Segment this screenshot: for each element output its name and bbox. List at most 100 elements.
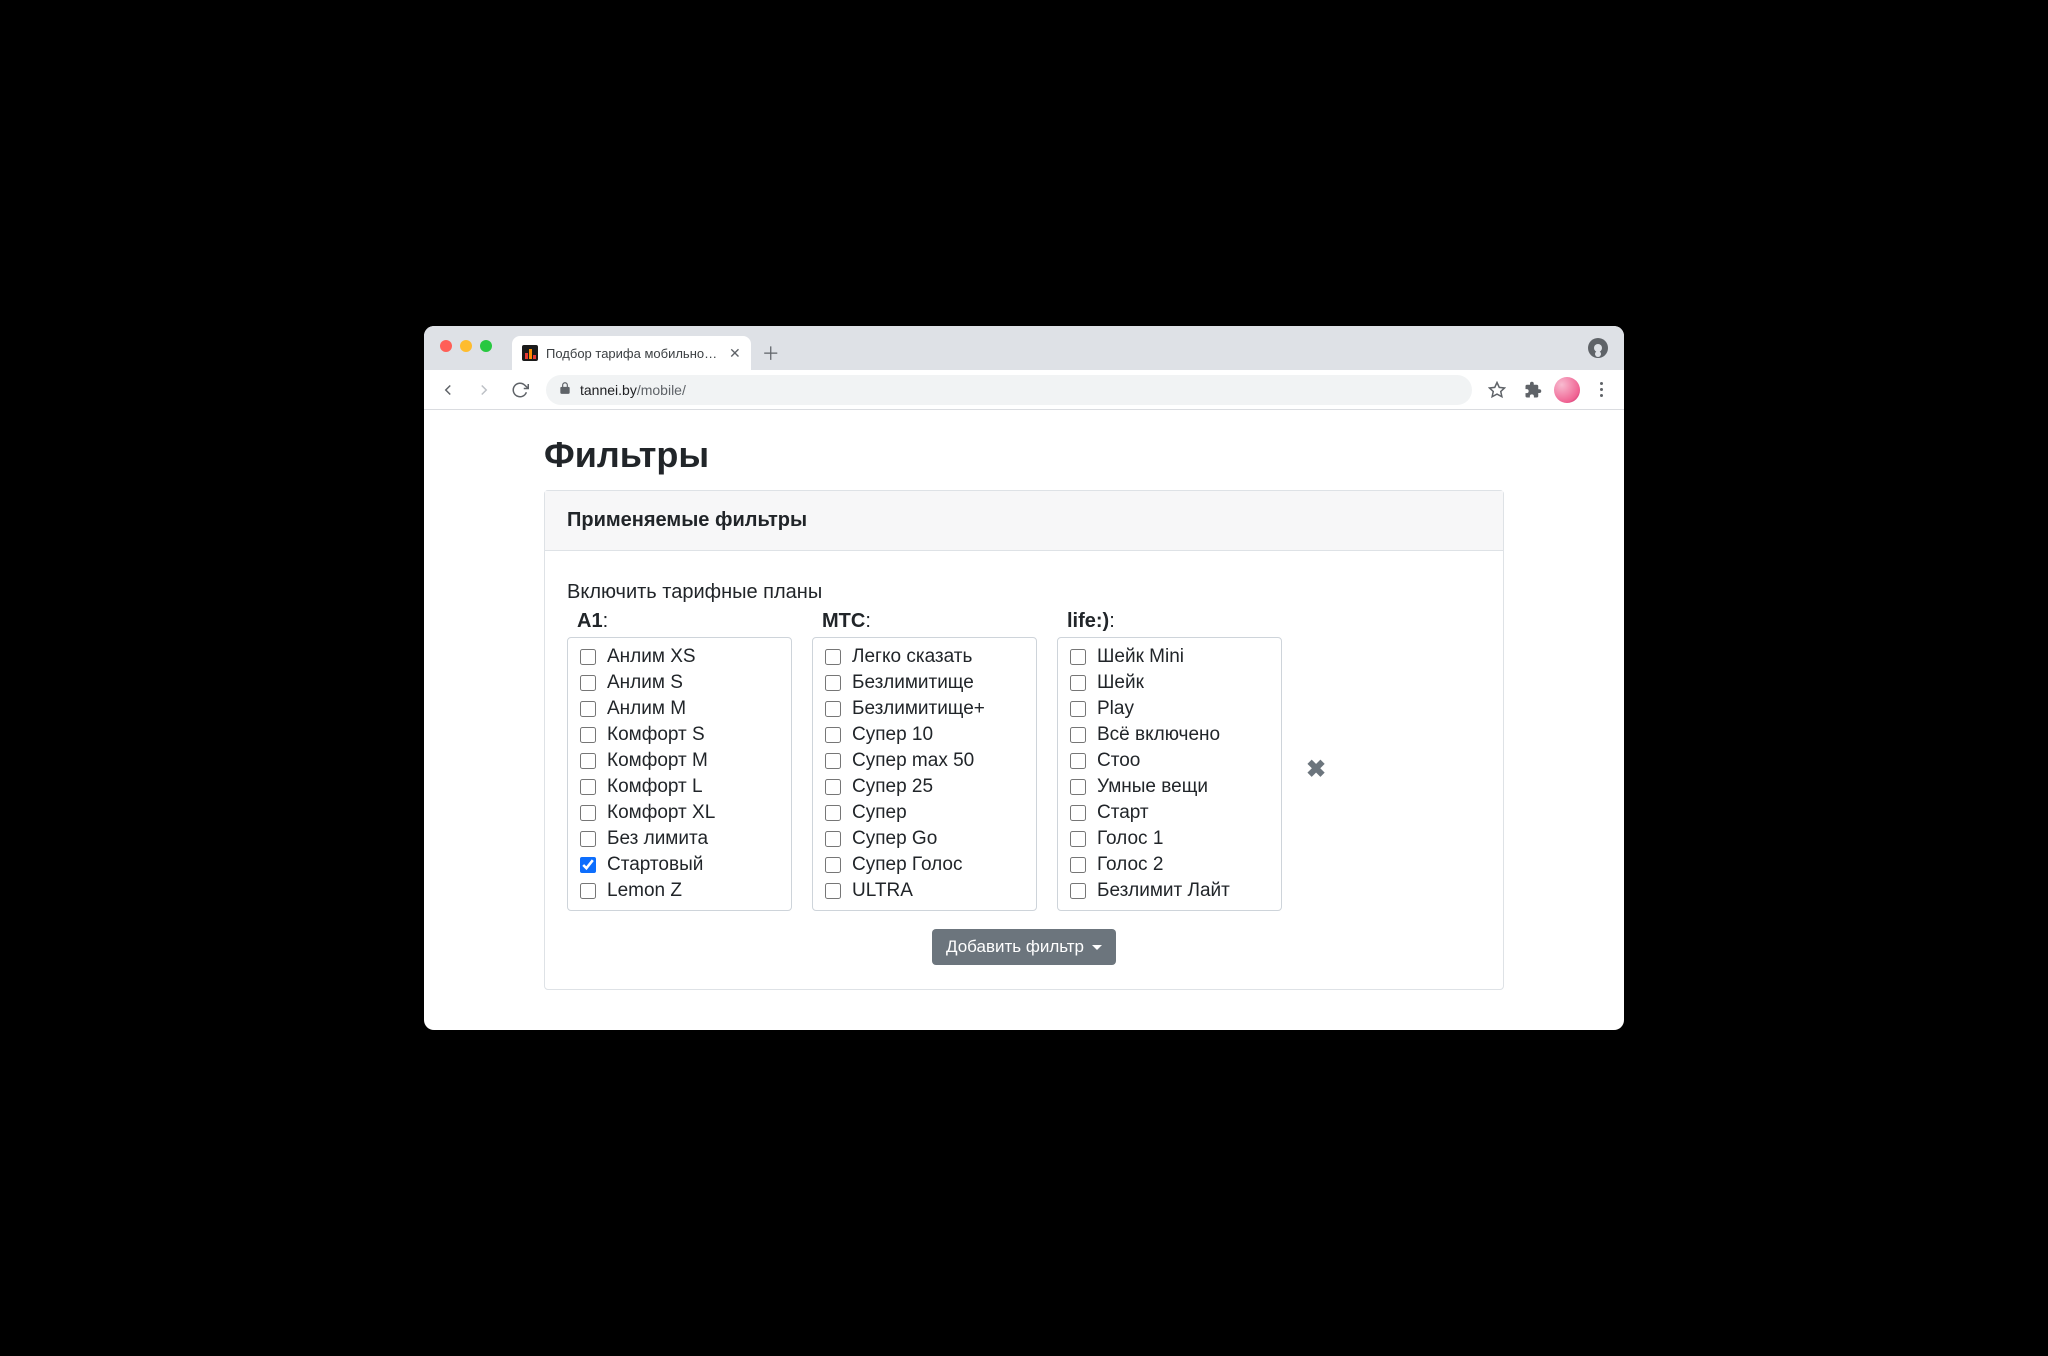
browser-window: Подбор тарифа мобильного о ✕ ＋ tannei.by… (424, 326, 1624, 1030)
address-bar[interactable]: tannei.by/mobile/ (546, 375, 1472, 405)
plan-label[interactable]: Супер max 50 (852, 750, 974, 772)
plan-label[interactable]: Супер 25 (852, 776, 933, 798)
plan-checkbox[interactable] (580, 753, 596, 769)
plan-label[interactable]: Анлим XS (607, 646, 696, 668)
plan-label[interactable]: Комфорт M (607, 750, 708, 772)
plan-checkbox[interactable] (1070, 753, 1086, 769)
plan-item: Умные вещи (1066, 774, 1273, 800)
plan-item: Комфорт L (576, 774, 783, 800)
operator-column: life:):Шейк MiniШейкPlayВсё включеноСтоо… (1057, 610, 1282, 911)
plan-label[interactable]: Всё включено (1097, 724, 1220, 746)
plan-item: Легко сказать (821, 644, 1028, 670)
plan-checkbox[interactable] (1070, 857, 1086, 873)
maximize-window-button[interactable] (480, 340, 492, 352)
plan-checkbox[interactable] (825, 701, 841, 717)
page-title: Фильтры (544, 434, 1504, 476)
plan-item: Безлимитище+ (821, 696, 1028, 722)
plan-label[interactable]: Комфорт XL (607, 802, 715, 824)
plan-label[interactable]: Комфорт S (607, 724, 705, 746)
remove-filter-button[interactable]: ✖ (1306, 755, 1326, 784)
plan-label[interactable]: Комфорт L (607, 776, 703, 798)
plan-checkbox[interactable] (580, 727, 596, 743)
plan-item: Стартовый (576, 852, 783, 878)
browser-toolbar: tannei.by/mobile/ (424, 370, 1624, 410)
plan-item: Шейк Mini (1066, 644, 1273, 670)
plan-checkbox[interactable] (1070, 701, 1086, 717)
plan-label[interactable]: Легко сказать (852, 646, 972, 668)
plan-checkbox[interactable] (1070, 649, 1086, 665)
plan-label[interactable]: Шейк (1097, 672, 1144, 694)
plan-checkbox[interactable] (580, 779, 596, 795)
operator-column: МТС:Легко сказатьБезлимитищеБезлимитище+… (812, 610, 1037, 911)
plan-item: Play (1066, 696, 1273, 722)
plan-label[interactable]: Шейк Mini (1097, 646, 1184, 668)
plan-label[interactable]: Lemon Z (607, 880, 682, 902)
plan-label[interactable]: Безлимит Лайт (1097, 880, 1230, 902)
plan-label[interactable]: Голос 2 (1097, 854, 1163, 876)
plan-checkbox[interactable] (1070, 779, 1086, 795)
browser-tab[interactable]: Подбор тарифа мобильного о ✕ (512, 336, 751, 370)
plan-checkbox[interactable] (1070, 805, 1086, 821)
plan-checkbox[interactable] (825, 675, 841, 691)
plan-label[interactable]: Супер (852, 802, 907, 824)
plan-item: Комфорт M (576, 748, 783, 774)
bookmark-star-button[interactable] (1482, 375, 1512, 405)
plan-checkbox[interactable] (825, 883, 841, 899)
new-tab-button[interactable]: ＋ (757, 339, 785, 367)
plan-label[interactable]: Анлим M (607, 698, 686, 720)
plan-label[interactable]: Без лимита (607, 828, 708, 850)
plan-item: Комфорт XL (576, 800, 783, 826)
plan-checkbox[interactable] (1070, 727, 1086, 743)
plan-checkbox[interactable] (1070, 675, 1086, 691)
plan-checkbox[interactable] (580, 883, 596, 899)
plan-label[interactable]: Старт (1097, 802, 1149, 824)
plan-checkbox[interactable] (825, 779, 841, 795)
plan-checkbox[interactable] (580, 649, 596, 665)
plan-checkbox[interactable] (580, 831, 596, 847)
plan-item: Супер (821, 800, 1028, 826)
plan-checkbox[interactable] (580, 675, 596, 691)
extensions-button[interactable] (1518, 375, 1548, 405)
reload-button[interactable] (504, 374, 536, 406)
plan-label[interactable]: Супер 10 (852, 724, 933, 746)
plan-checkbox[interactable] (825, 727, 841, 743)
browser-menu-button[interactable] (1586, 375, 1616, 405)
nav-forward-button[interactable] (468, 374, 500, 406)
plan-checkbox[interactable] (1070, 883, 1086, 899)
plan-label[interactable]: Стоо (1097, 750, 1140, 772)
plan-label[interactable]: Play (1097, 698, 1134, 720)
profile-icon[interactable] (1588, 338, 1608, 358)
plan-label[interactable]: Стартовый (607, 854, 703, 876)
add-filter-button[interactable]: Добавить фильтр (932, 929, 1116, 965)
plan-checkbox[interactable] (580, 857, 596, 873)
site-favicon-icon (522, 345, 538, 361)
plan-list: Анлим XS Анлим S Анлим M Комфорт S Комфорт M… (567, 637, 792, 911)
lock-icon (558, 381, 572, 398)
tab-strip: Подбор тарифа мобильного о ✕ ＋ (424, 326, 1624, 370)
plan-checkbox[interactable] (580, 701, 596, 717)
plan-item: Супер max 50 (821, 748, 1028, 774)
plan-label[interactable]: Анлим S (607, 672, 683, 694)
close-window-button[interactable] (440, 340, 452, 352)
plan-checkbox[interactable] (825, 831, 841, 847)
nav-back-button[interactable] (432, 374, 464, 406)
plan-checkbox[interactable] (825, 753, 841, 769)
plan-item: ULTRA (821, 878, 1028, 904)
card-header: Применяемые фильтры (545, 491, 1503, 551)
minimize-window-button[interactable] (460, 340, 472, 352)
plan-list: Легко сказать Безлимитище Безлимитище+ Супе… (812, 637, 1037, 911)
plan-label[interactable]: Голос 1 (1097, 828, 1163, 850)
user-avatar[interactable] (1554, 377, 1580, 403)
plan-label[interactable]: Безлимитище (852, 672, 974, 694)
plan-checkbox[interactable] (825, 857, 841, 873)
plan-checkbox[interactable] (580, 805, 596, 821)
plan-checkbox[interactable] (825, 649, 841, 665)
plan-checkbox[interactable] (1070, 831, 1086, 847)
plan-label[interactable]: Супер Go (852, 828, 937, 850)
plan-checkbox[interactable] (825, 805, 841, 821)
close-tab-button[interactable]: ✕ (729, 346, 741, 360)
plan-label[interactable]: Супер Голос (852, 854, 962, 876)
plan-label[interactable]: ULTRA (852, 880, 913, 902)
plan-label[interactable]: Умные вещи (1097, 776, 1208, 798)
plan-label[interactable]: Безлимитище+ (852, 698, 985, 720)
